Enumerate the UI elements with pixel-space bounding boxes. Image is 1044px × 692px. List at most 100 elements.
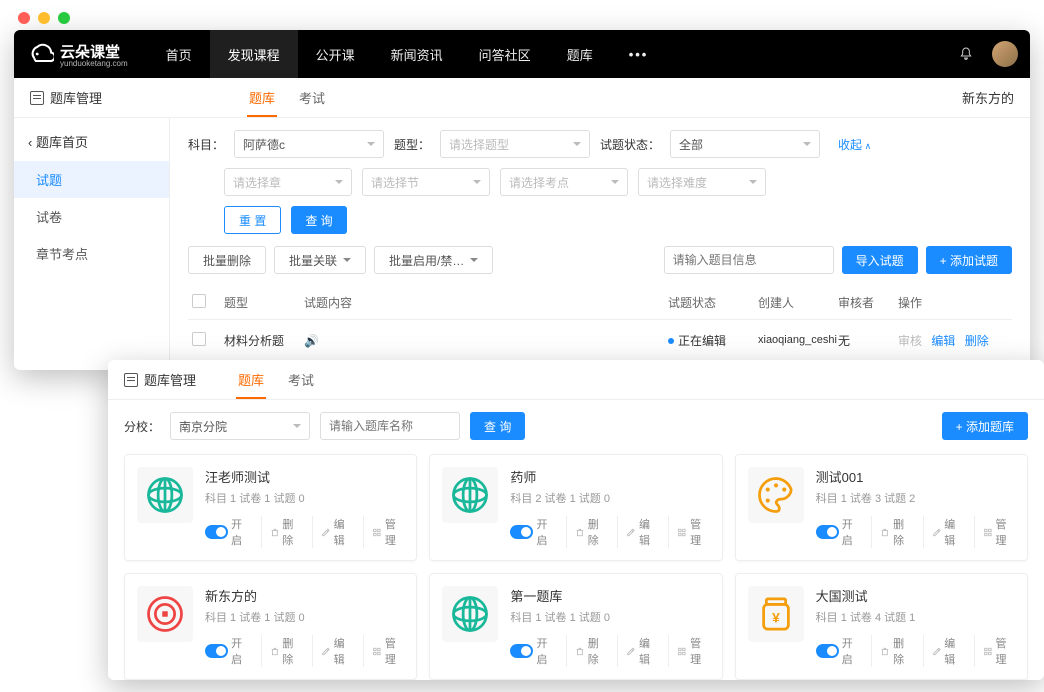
page-title: 题库管理: [144, 370, 196, 389]
search-box[interactable]: [664, 246, 834, 274]
op-edit[interactable]: 编辑: [923, 635, 964, 667]
op-edit[interactable]: 编辑: [931, 334, 955, 348]
query-button[interactable]: 查 询: [291, 206, 346, 234]
difficulty-select[interactable]: 请选择难度: [638, 168, 766, 196]
op-delete[interactable]: 删除: [566, 516, 607, 548]
mac-window-controls: [18, 12, 70, 24]
reset-button[interactable]: 重 置: [224, 206, 281, 234]
bank-title: 药师: [510, 467, 709, 486]
op-delete[interactable]: 删除: [261, 516, 302, 548]
bank-meta: 科目 1 试卷 1 试题 0: [205, 490, 404, 506]
section-select[interactable]: 请选择节: [362, 168, 490, 196]
status-select[interactable]: 全部: [670, 130, 820, 158]
minimize-icon[interactable]: [38, 12, 50, 24]
bank-meta: 科目 1 试卷 1 试题 0: [510, 609, 709, 625]
maximize-icon[interactable]: [58, 12, 70, 24]
logo[interactable]: 云朵课堂 yunduoketang.com: [26, 40, 128, 68]
trash-icon: [880, 527, 890, 538]
query-button[interactable]: 查 询: [470, 412, 525, 440]
chapter-select[interactable]: 请选择章: [224, 168, 352, 196]
nav-qa[interactable]: 问答社区: [461, 30, 549, 78]
op-manage[interactable]: 管理: [668, 635, 709, 667]
nav-bank[interactable]: 题库: [549, 30, 611, 78]
type-label: 题型：: [394, 136, 430, 153]
th-ops: 操作: [898, 294, 1008, 311]
subject-select[interactable]: 阿萨德c: [234, 130, 384, 158]
close-icon[interactable]: [18, 12, 30, 24]
nav-home[interactable]: 首页: [148, 30, 210, 78]
questions-table: 题型 试题内容 试题状态 创建人 审核者 操作 材料分析题 🔊 正在编辑 xia…: [188, 286, 1012, 361]
op-delete[interactable]: 删除: [871, 635, 912, 667]
tab-bank[interactable]: 题库: [247, 78, 277, 117]
sidebar-back[interactable]: ‹ 题库首页: [14, 122, 169, 161]
op-manage[interactable]: 管理: [363, 516, 404, 548]
bank-meta: 科目 2 试卷 1 试题 0: [510, 490, 709, 506]
op-delete[interactable]: 删除: [965, 334, 989, 348]
cards-grid: 汪老师测试科目 1 试卷 1 试题 0 开启删除编辑管理药师科目 2 试卷 1 …: [124, 454, 1028, 680]
nav-news[interactable]: 新闻资讯: [373, 30, 461, 78]
toggle-icon: [510, 525, 533, 539]
op-manage[interactable]: 管理: [974, 635, 1015, 667]
bank-icon: [442, 467, 498, 523]
toggle-open[interactable]: 开启: [205, 516, 251, 548]
op-edit[interactable]: 编辑: [617, 516, 658, 548]
svg-text:¥: ¥: [772, 610, 780, 625]
avatar[interactable]: [992, 41, 1018, 67]
op-manage[interactable]: 管理: [363, 635, 404, 667]
add-question-button[interactable]: + 添加试题: [926, 246, 1012, 274]
op-edit[interactable]: 编辑: [312, 516, 353, 548]
op-edit[interactable]: 编辑: [617, 635, 658, 667]
bank-card: 测试001科目 1 试卷 3 试题 2 开启删除编辑管理: [735, 454, 1028, 561]
nav-open-class[interactable]: 公开课: [298, 30, 373, 78]
nav-more[interactable]: •••: [611, 30, 667, 78]
op-manage[interactable]: 管理: [974, 516, 1015, 548]
bulk-enable-button[interactable]: 批量启用/禁…: [374, 246, 493, 274]
op-manage[interactable]: 管理: [668, 516, 709, 548]
op-delete[interactable]: 删除: [566, 635, 607, 667]
collapse-link[interactable]: 收起: [838, 136, 871, 153]
bulk-link-button[interactable]: 批量关联: [274, 246, 366, 274]
toggle-icon: [510, 644, 533, 658]
search-input[interactable]: [673, 253, 828, 267]
point-select[interactable]: 请选择考点: [500, 168, 628, 196]
tab-exam[interactable]: 考试: [286, 360, 316, 399]
tab-bank[interactable]: 题库: [236, 360, 266, 399]
edit-icon: [626, 646, 636, 657]
status-label: 试题状态：: [600, 136, 660, 153]
op-edit[interactable]: 编辑: [312, 635, 353, 667]
sidebar-item-papers[interactable]: 试卷: [14, 198, 169, 235]
nav-discover[interactable]: 发现课程: [210, 30, 298, 78]
bank-card: ¥大国测试科目 1 试卷 4 试题 1 开启删除编辑管理: [735, 573, 1028, 680]
bank-title: 第一题库: [510, 586, 709, 605]
bank-name-input[interactable]: [320, 412, 460, 440]
edit-icon: [321, 527, 331, 538]
bulk-delete-button[interactable]: 批量删除: [188, 246, 266, 274]
trash-icon: [575, 646, 585, 657]
school-select[interactable]: 南京分院: [170, 412, 310, 440]
op-delete[interactable]: 删除: [261, 635, 302, 667]
sidebar-item-chapters[interactable]: 章节考点: [14, 235, 169, 272]
add-bank-button[interactable]: + 添加题库: [942, 412, 1028, 440]
row-checkbox[interactable]: [192, 332, 206, 346]
toggle-open[interactable]: 开启: [816, 516, 862, 548]
op-audit[interactable]: 审核: [898, 334, 922, 348]
op-edit[interactable]: 编辑: [923, 516, 964, 548]
bell-icon[interactable]: [958, 46, 974, 62]
toggle-open[interactable]: 开启: [510, 516, 556, 548]
select-all-checkbox[interactable]: [192, 294, 206, 308]
audio-icon[interactable]: 🔊: [304, 334, 319, 348]
tab-exam[interactable]: 考试: [297, 78, 327, 117]
edit-icon: [932, 646, 942, 657]
op-delete[interactable]: 删除: [871, 516, 912, 548]
toggle-open[interactable]: 开启: [205, 635, 251, 667]
edit-icon: [321, 646, 331, 657]
import-button[interactable]: 导入试题: [842, 246, 918, 274]
window-question-detail: 云朵课堂 yunduoketang.com 首页 发现课程 公开课 新闻资讯 问…: [14, 30, 1030, 370]
sidebar-item-questions[interactable]: 试题: [14, 161, 169, 198]
grid-icon: [677, 527, 687, 538]
toggle-open[interactable]: 开启: [816, 635, 862, 667]
toggle-open[interactable]: 开启: [510, 635, 556, 667]
subject-label: 科目：: [188, 136, 224, 153]
subheader: 题库管理 题库 考试 新东方的: [14, 78, 1030, 118]
type-select[interactable]: 请选择题型: [440, 130, 590, 158]
